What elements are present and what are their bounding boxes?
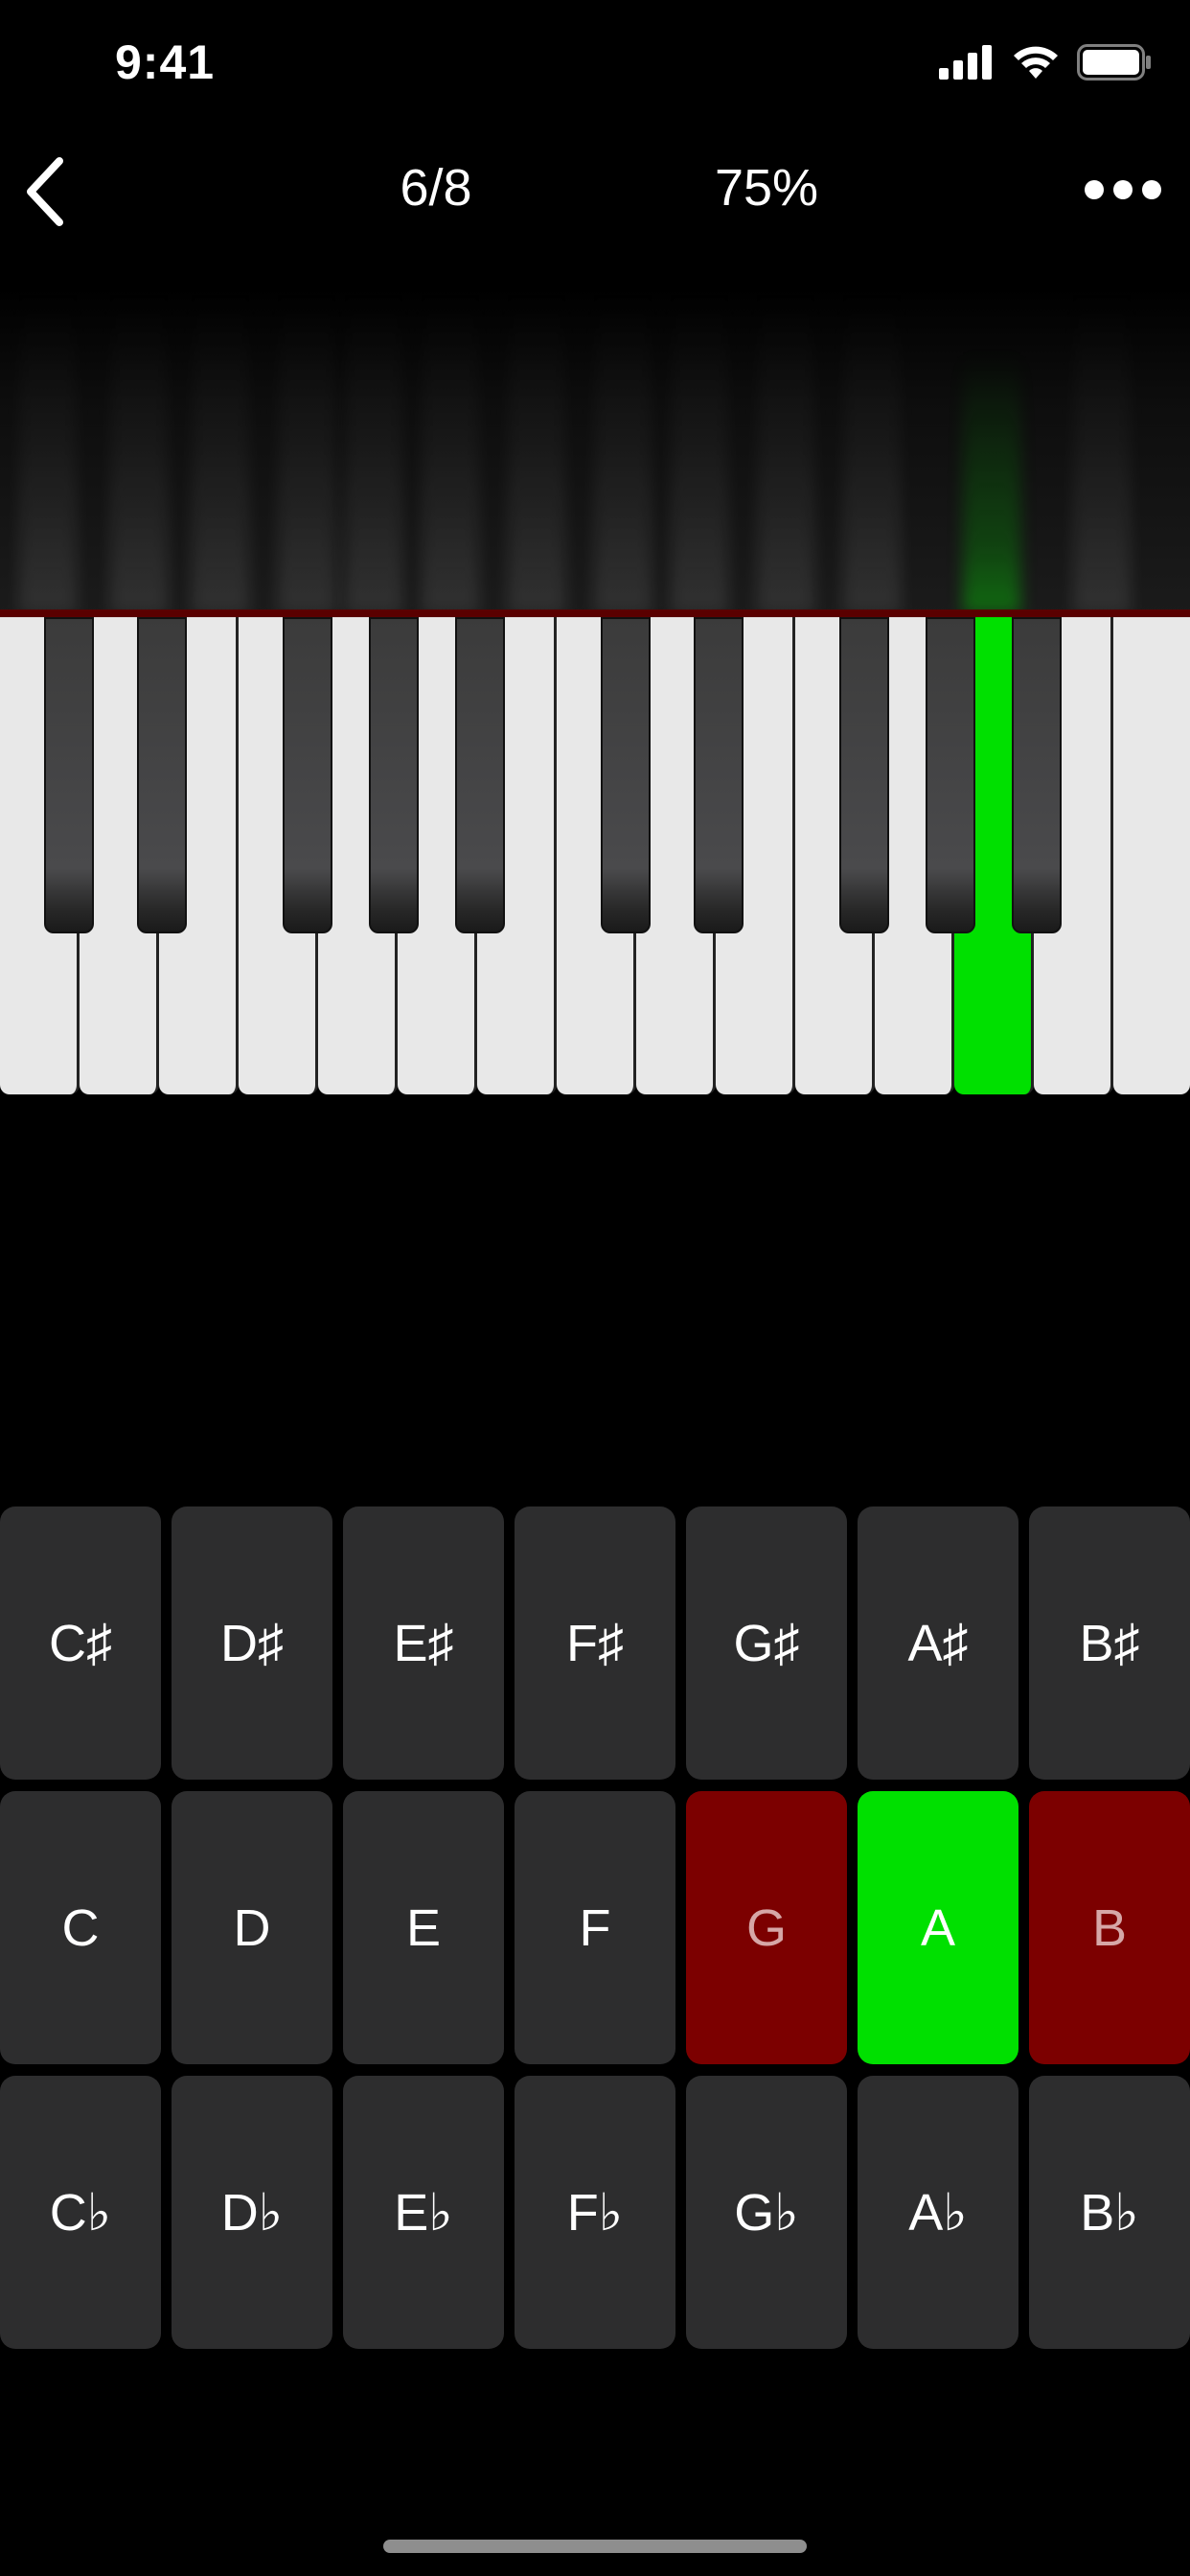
answer-f-sharp[interactable]: F♯ — [515, 1506, 675, 1780]
home-indicator[interactable] — [383, 2540, 807, 2553]
black-key-c-sharp-2[interactable] — [601, 617, 651, 933]
answer-c-flat[interactable]: C♭ — [0, 2076, 161, 2349]
wifi-icon — [1014, 46, 1058, 79]
answer-c-sharp[interactable]: C♯ — [0, 1506, 161, 1780]
answer-d[interactable]: D — [172, 1791, 332, 2064]
black-key-a-sharp-2[interactable] — [1012, 617, 1062, 933]
piano-keyboard[interactable] — [0, 617, 1190, 1094]
ellipsis-icon — [1085, 180, 1104, 199]
answer-b-sharp[interactable]: B♯ — [1029, 1506, 1190, 1780]
answer-g-sharp[interactable]: G♯ — [686, 1506, 847, 1780]
answer-d-sharp[interactable]: D♯ — [172, 1506, 332, 1780]
answer-a-sharp[interactable]: A♯ — [858, 1506, 1018, 1780]
hit-line — [0, 610, 1190, 617]
answer-b-wrong[interactable]: B — [1029, 1791, 1190, 2064]
answer-f-flat[interactable]: F♭ — [515, 2076, 675, 2349]
answer-d-flat[interactable]: D♭ — [172, 2076, 332, 2349]
note-visualizer — [0, 288, 1190, 613]
answer-a-flat[interactable]: A♭ — [858, 2076, 1018, 2349]
back-button[interactable] — [19, 153, 77, 230]
black-key-d-sharp[interactable] — [137, 617, 187, 933]
more-options-button[interactable] — [1085, 172, 1161, 207]
ellipsis-dot — [1142, 180, 1161, 199]
black-key-g-sharp[interactable] — [369, 617, 419, 933]
answer-f[interactable]: F — [515, 1791, 675, 2064]
ellipsis-dot — [1113, 180, 1133, 199]
answer-c[interactable]: C — [0, 1791, 161, 2064]
answer-e[interactable]: E — [343, 1791, 504, 2064]
white-key-c3[interactable] — [1113, 617, 1190, 1094]
black-key-f-sharp-2[interactable] — [839, 617, 889, 933]
answer-e-sharp[interactable]: E♯ — [343, 1506, 504, 1780]
black-key-g-sharp-2[interactable] — [926, 617, 975, 933]
chevron-left-icon — [27, 157, 63, 226]
black-key-a-sharp[interactable] — [455, 617, 505, 933]
score-percentage: 75% — [714, 159, 819, 217]
answer-g-wrong[interactable]: G — [686, 1791, 847, 2064]
black-key-d-sharp-2[interactable] — [694, 617, 744, 933]
cellular-signal-icon — [939, 45, 992, 80]
black-key-c-sharp[interactable] — [44, 617, 94, 933]
answer-g-flat[interactable]: G♭ — [686, 2076, 847, 2349]
answer-b-flat[interactable]: B♭ — [1029, 2076, 1190, 2349]
question-progress: 6/8 — [400, 159, 472, 217]
battery-icon — [1077, 44, 1151, 80]
status-icons — [939, 42, 1152, 82]
answer-a-correct[interactable]: A — [858, 1791, 1018, 2064]
answer-e-flat[interactable]: E♭ — [343, 2076, 504, 2349]
black-key-f-sharp[interactable] — [283, 617, 332, 933]
status-time: 9:41 — [115, 35, 216, 89]
